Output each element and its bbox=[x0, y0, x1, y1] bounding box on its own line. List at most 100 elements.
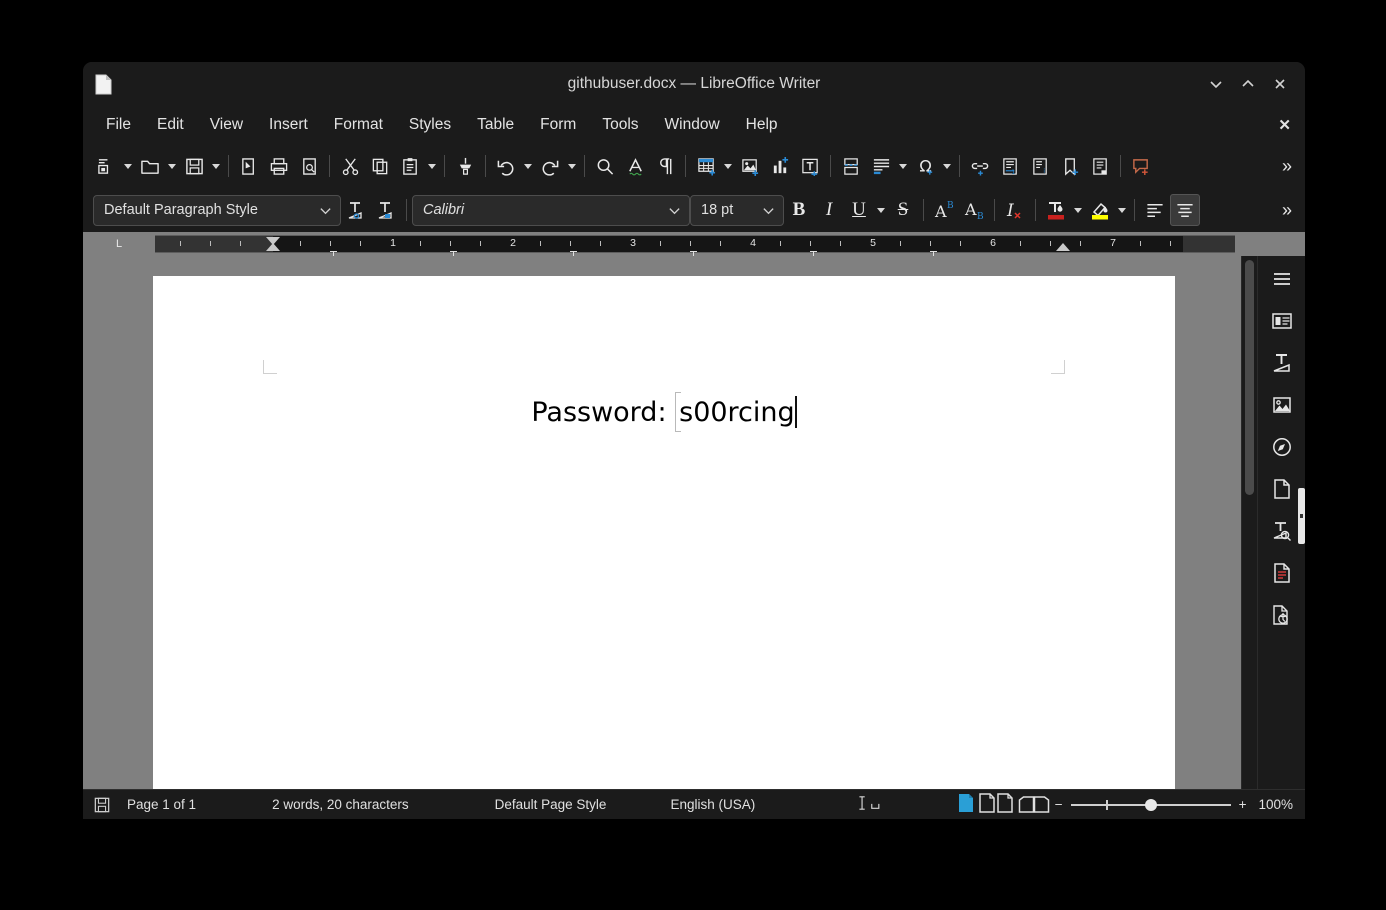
menu-form[interactable]: Form bbox=[527, 112, 589, 138]
save-dropdown[interactable] bbox=[209, 150, 223, 182]
copy-icon[interactable] bbox=[365, 150, 395, 182]
update-selected-style-icon[interactable] bbox=[341, 194, 371, 226]
spelling-check-icon[interactable] bbox=[620, 150, 650, 182]
cut-scissors-icon[interactable] bbox=[335, 150, 365, 182]
menu-insert[interactable]: Insert bbox=[256, 112, 321, 138]
new-document-icon[interactable] bbox=[91, 150, 121, 182]
language-status[interactable]: English (USA) bbox=[670, 797, 755, 812]
horizontal-ruler[interactable]: 1 2 3 4 5 6 7 bbox=[155, 235, 1235, 258]
insert-bookmark-icon[interactable] bbox=[1055, 150, 1085, 182]
close-button[interactable] bbox=[1265, 70, 1295, 98]
insert-field-dropdown[interactable] bbox=[896, 150, 910, 182]
menu-table[interactable]: Table bbox=[464, 112, 527, 138]
insert-table-dropdown[interactable] bbox=[721, 150, 735, 182]
highlight-color-button[interactable] bbox=[1085, 194, 1115, 226]
font-color-dropdown[interactable] bbox=[1071, 194, 1085, 226]
vertical-scrollbar[interactable] bbox=[1241, 256, 1257, 789]
menu-edit[interactable]: Edit bbox=[144, 112, 197, 138]
menu-format[interactable]: Format bbox=[321, 112, 396, 138]
page-count-status[interactable]: Page 1 of 1 bbox=[127, 797, 196, 812]
insert-table-icon[interactable] bbox=[691, 150, 721, 182]
subscript-button[interactable]: AB bbox=[959, 194, 989, 226]
insert-cross-reference-icon[interactable] bbox=[1085, 150, 1115, 182]
save-icon[interactable] bbox=[179, 150, 209, 182]
paste-clipboard-icon[interactable] bbox=[395, 150, 425, 182]
underline-dropdown[interactable] bbox=[874, 194, 888, 226]
sidebar-manage-changes-icon[interactable] bbox=[1265, 556, 1299, 590]
menu-help[interactable]: Help bbox=[733, 112, 791, 138]
close-document-button[interactable]: ✕ bbox=[1278, 116, 1291, 134]
strikethrough-button[interactable]: S bbox=[888, 194, 918, 226]
standard-toolbar-overflow[interactable]: » bbox=[1275, 156, 1299, 177]
insert-page-break-icon[interactable] bbox=[836, 150, 866, 182]
insert-image-icon[interactable] bbox=[735, 150, 765, 182]
menu-window[interactable]: Window bbox=[652, 112, 733, 138]
sidebar-settings-hamburger-icon[interactable] bbox=[1265, 262, 1299, 296]
insert-chart-icon[interactable] bbox=[765, 150, 795, 182]
export-pdf-icon[interactable] bbox=[234, 150, 264, 182]
formatting-marks-pilcrow-icon[interactable] bbox=[650, 150, 680, 182]
multi-page-view-icon[interactable] bbox=[978, 793, 1014, 816]
open-folder-dropdown[interactable] bbox=[165, 150, 179, 182]
font-size-combo[interactable]: 18 pt bbox=[690, 194, 784, 226]
insert-endnote-icon[interactable]: i bbox=[1025, 150, 1055, 182]
redo-dropdown[interactable] bbox=[565, 150, 579, 182]
sidebar-show-hide-handle[interactable] bbox=[1298, 488, 1305, 544]
sidebar-accessibility-check-icon[interactable] bbox=[1265, 598, 1299, 632]
zoom-out-button[interactable]: − bbox=[1055, 797, 1063, 812]
redo-icon[interactable] bbox=[535, 150, 565, 182]
maximize-button[interactable] bbox=[1233, 70, 1263, 98]
document-page[interactable]: Password: s00rcing bbox=[153, 276, 1175, 789]
insert-special-character-omega-icon[interactable]: Ω bbox=[910, 150, 940, 182]
book-view-icon[interactable] bbox=[1017, 793, 1051, 816]
italic-button[interactable]: I bbox=[814, 194, 844, 226]
menu-file[interactable]: File bbox=[93, 112, 144, 138]
menu-view[interactable]: View bbox=[197, 112, 256, 138]
clone-formatting-paintbrush-icon[interactable] bbox=[450, 150, 480, 182]
single-page-view-icon[interactable] bbox=[957, 793, 975, 816]
minimize-button[interactable] bbox=[1201, 70, 1231, 98]
menu-tools[interactable]: Tools bbox=[589, 112, 651, 138]
insert-footnote-icon[interactable]: 1 bbox=[995, 150, 1025, 182]
document-canvas[interactable]: Password: s00rcing bbox=[83, 256, 1241, 789]
sidebar-properties-icon[interactable] bbox=[1265, 304, 1299, 338]
superscript-button[interactable]: AB bbox=[929, 194, 959, 226]
insert-hyperlink-icon[interactable] bbox=[965, 150, 995, 182]
word-count-status[interactable]: 2 words, 20 characters bbox=[272, 797, 409, 812]
sidebar-style-inspector-icon[interactable] bbox=[1265, 346, 1299, 380]
sidebar-style-presets-icon[interactable] bbox=[1265, 514, 1299, 548]
align-center-button[interactable] bbox=[1170, 194, 1200, 226]
ruler-unit-corner[interactable]: L bbox=[83, 232, 155, 256]
save-status-icon[interactable] bbox=[91, 797, 113, 813]
undo-dropdown[interactable] bbox=[521, 150, 535, 182]
sidebar-gallery-icon[interactable] bbox=[1265, 388, 1299, 422]
clear-formatting-button[interactable]: I bbox=[1000, 194, 1030, 226]
open-folder-icon[interactable] bbox=[135, 150, 165, 182]
page-style-status[interactable]: Default Page Style bbox=[495, 797, 607, 812]
chevron-down-icon[interactable] bbox=[663, 204, 685, 217]
document-paragraph[interactable]: Password: s00rcing bbox=[153, 392, 1175, 432]
new-document-dropdown[interactable] bbox=[121, 150, 135, 182]
find-replace-magnifier-icon[interactable] bbox=[590, 150, 620, 182]
font-color-button[interactable] bbox=[1041, 194, 1071, 226]
zoom-level-status[interactable]: 100% bbox=[1258, 797, 1293, 812]
sidebar-navigator-icon[interactable] bbox=[1265, 430, 1299, 464]
highlight-color-dropdown[interactable] bbox=[1115, 194, 1129, 226]
sidebar-page-icon[interactable] bbox=[1265, 472, 1299, 506]
undo-icon[interactable] bbox=[491, 150, 521, 182]
insert-comment-icon[interactable] bbox=[1126, 150, 1156, 182]
print-icon[interactable] bbox=[264, 150, 294, 182]
right-indent-marker[interactable] bbox=[1056, 243, 1070, 251]
zoom-in-button[interactable]: + bbox=[1239, 797, 1247, 812]
paragraph-style-combo[interactable]: Default Paragraph Style bbox=[93, 194, 341, 226]
formatting-toolbar-overflow[interactable]: » bbox=[1275, 200, 1299, 221]
print-preview-icon[interactable] bbox=[294, 150, 324, 182]
insert-special-character-dropdown[interactable] bbox=[940, 150, 954, 182]
font-name-combo[interactable]: Calibri bbox=[412, 194, 690, 226]
align-left-button[interactable] bbox=[1140, 194, 1170, 226]
bold-button[interactable]: B bbox=[784, 194, 814, 226]
chevron-down-icon[interactable] bbox=[314, 204, 336, 217]
zoom-slider-knob[interactable] bbox=[1144, 798, 1157, 811]
menu-styles[interactable]: Styles bbox=[396, 112, 464, 138]
vertical-scrollbar-thumb[interactable] bbox=[1245, 260, 1254, 495]
